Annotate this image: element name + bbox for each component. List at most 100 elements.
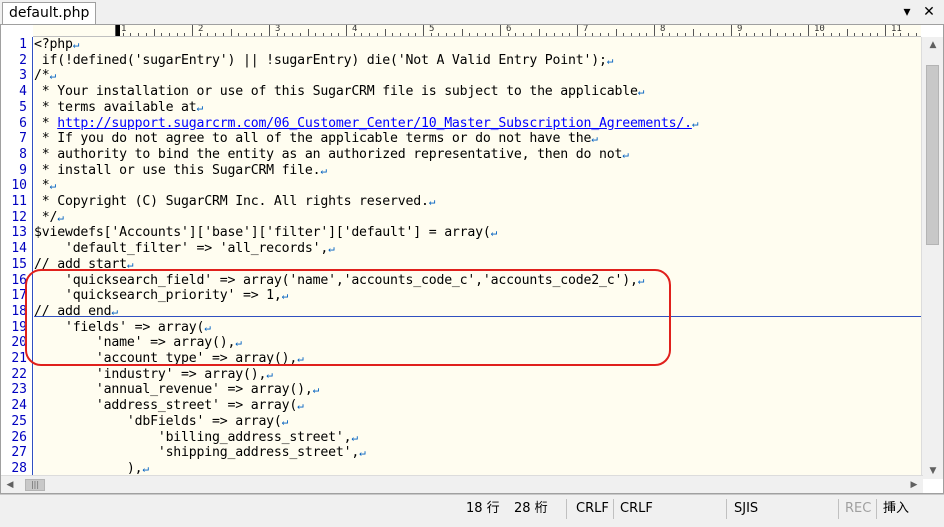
- code-line[interactable]: 'default_filter' => 'all_records',↵: [34, 241, 921, 257]
- scroll-down-icon[interactable]: ▼: [922, 463, 944, 479]
- code-line[interactable]: /*↵: [34, 68, 921, 84]
- status-newline-type[interactable]: CRLF: [620, 499, 653, 519]
- code-line[interactable]: * If you do not agree to all of the appl…: [34, 131, 921, 147]
- code-text: * install or use this SugarCRM file.: [34, 163, 321, 178]
- eol-marker-icon: ↵: [204, 321, 211, 334]
- code-area[interactable]: <?php↵ if(!defined('sugarEntry') || !sug…: [34, 37, 921, 477]
- status-rec[interactable]: REC: [845, 499, 871, 519]
- code-text: // add end: [34, 304, 112, 319]
- ruler-tick: [808, 25, 809, 36]
- code-line[interactable]: 'billing_address_street',↵: [34, 430, 921, 446]
- line-number: 22: [11, 367, 27, 382]
- eol-marker-icon: ↵: [142, 462, 149, 475]
- line-number: 10: [11, 178, 27, 193]
- code-line[interactable]: * terms available at↵: [34, 100, 921, 116]
- vertical-scroll-thumb[interactable]: [926, 65, 939, 245]
- ruler-tick: [384, 29, 386, 36]
- code-line[interactable]: 'shipping_address_street',↵: [34, 445, 921, 461]
- code-text: 'annual_revenue' => array(),: [34, 382, 313, 397]
- code-text: */: [34, 210, 58, 225]
- status-separator: [876, 499, 877, 519]
- code-text: * terms available at: [34, 100, 197, 115]
- scroll-left-icon[interactable]: ◀: [1, 477, 19, 493]
- editor-pane[interactable]: 1 2 3 4 5 6 7 8 9 10 11 1 2 3 4 5 6 7 8 9 10 11 12 13 14 15 16 17 1…: [0, 24, 944, 494]
- ruler-tick: [346, 25, 347, 36]
- ruler-tick: [192, 25, 193, 36]
- code-line[interactable]: 'fields' => array(↵: [34, 320, 921, 336]
- ruler-tick: [153, 29, 155, 36]
- code-line[interactable]: * install or use this SugarCRM file.↵: [34, 163, 921, 179]
- ruler-tick: [885, 25, 886, 36]
- file-tab-label: default.php: [9, 5, 90, 21]
- code-line[interactable]: 'annual_revenue' => array(),↵: [34, 382, 921, 398]
- code-text: *: [34, 178, 50, 193]
- ruler-tick: [615, 29, 617, 36]
- line-number: 27: [11, 445, 27, 460]
- ruler-tick: [538, 29, 540, 36]
- code-line[interactable]: 'account_type' => array(),↵: [34, 351, 921, 367]
- code-line[interactable]: 'industry' => array(),↵: [34, 367, 921, 383]
- eol-marker-icon: ↵: [622, 148, 629, 161]
- close-icon[interactable]: ✕: [920, 3, 938, 21]
- status-newline[interactable]: CRLF: [576, 499, 609, 519]
- code-line[interactable]: * http://support.sugarcrm.com/06_Custome…: [34, 116, 921, 132]
- line-number: 23: [11, 382, 27, 397]
- ruler-tick: [230, 29, 232, 36]
- line-number: 20: [11, 335, 27, 350]
- code-line[interactable]: $viewdefs['Accounts']['base']['filter'][…: [34, 225, 921, 241]
- chevron-down-icon[interactable]: ▾: [898, 3, 916, 21]
- ruler-tick: [731, 25, 732, 36]
- status-encoding[interactable]: SJIS: [734, 499, 758, 519]
- ruler-tick: [500, 25, 501, 36]
- code-line[interactable]: * Your installation or use of this Sugar…: [34, 84, 921, 100]
- line-number: 7: [19, 131, 27, 146]
- ruler-tick: [461, 29, 463, 36]
- vertical-scrollbar[interactable]: ▲ ▼: [921, 37, 943, 479]
- ruler-tick: [115, 25, 116, 36]
- code-line[interactable]: <?php↵: [34, 37, 921, 53]
- eol-marker-icon: ↵: [196, 101, 204, 114]
- horizontal-scroll-thumb[interactable]: |||: [25, 479, 45, 491]
- status-insert-mode[interactable]: 挿入: [883, 499, 909, 519]
- code-line[interactable]: 'quicksearch_field' => array('name','acc…: [34, 273, 921, 289]
- scroll-up-icon[interactable]: ▲: [922, 37, 944, 53]
- scroll-right-icon[interactable]: ▶: [905, 477, 923, 493]
- line-number: 11: [11, 194, 27, 209]
- code-text: * authority to bind the entity as an aut…: [34, 147, 623, 162]
- eol-marker-icon: ↵: [328, 242, 335, 255]
- eol-marker-icon: ↵: [72, 38, 80, 51]
- code-text: 'industry' => array(),: [34, 367, 267, 382]
- eol-marker-icon: ↵: [637, 274, 645, 287]
- code-line[interactable]: * authority to bind the entity as an aut…: [34, 147, 921, 163]
- code-line[interactable]: */↵: [34, 210, 921, 226]
- horizontal-scrollbar[interactable]: ◀ ||| ▶: [1, 475, 923, 493]
- code-line[interactable]: 'dbFields' => array(↵: [34, 414, 921, 430]
- line-number-gutter: 1 2 3 4 5 6 7 8 9 10 11 12 13 14 15 16 17 18 19 20 21 22 23 24 2…: [1, 37, 33, 477]
- code-line[interactable]: if(!defined('sugarEntry') || !sugarEntry…: [34, 53, 921, 69]
- eol-marker-icon: ↵: [49, 69, 56, 82]
- code-line[interactable]: // add end↵: [34, 304, 921, 320]
- code-line[interactable]: 'address_street' => array(↵: [34, 398, 921, 414]
- eol-marker-icon: ↵: [359, 446, 366, 459]
- code-line[interactable]: *↵: [34, 178, 921, 194]
- tab-bar: default.php ▾ ✕: [0, 0, 944, 24]
- eol-marker-icon: ↵: [126, 258, 134, 271]
- line-number: 6: [19, 116, 27, 131]
- eol-marker-icon: ↵: [637, 85, 645, 98]
- code-text: $viewdefs['Accounts']['base']['filter'][…: [34, 225, 491, 240]
- code-line[interactable]: 'name' => array(),↵: [34, 335, 921, 351]
- code-text: 'fields' => array(: [34, 320, 205, 335]
- code-link[interactable]: http://support.sugarcrm.com/06_Customer_…: [57, 116, 692, 131]
- eol-marker-icon: ↵: [312, 383, 320, 396]
- status-separator: [838, 499, 839, 519]
- code-text: *: [34, 116, 58, 131]
- line-number: 2: [19, 53, 27, 68]
- code-line[interactable]: 'quicksearch_priority' => 1,↵: [34, 288, 921, 304]
- code-text: 'dbFields' => array(: [34, 414, 282, 429]
- code-line[interactable]: // add start↵: [34, 257, 921, 273]
- line-number: 8: [19, 147, 27, 162]
- file-tab[interactable]: default.php: [2, 2, 97, 24]
- line-number: 12: [11, 210, 27, 225]
- line-number: 14: [11, 241, 27, 256]
- code-line[interactable]: * Copyright (C) SugarCRM Inc. All rights…: [34, 194, 921, 210]
